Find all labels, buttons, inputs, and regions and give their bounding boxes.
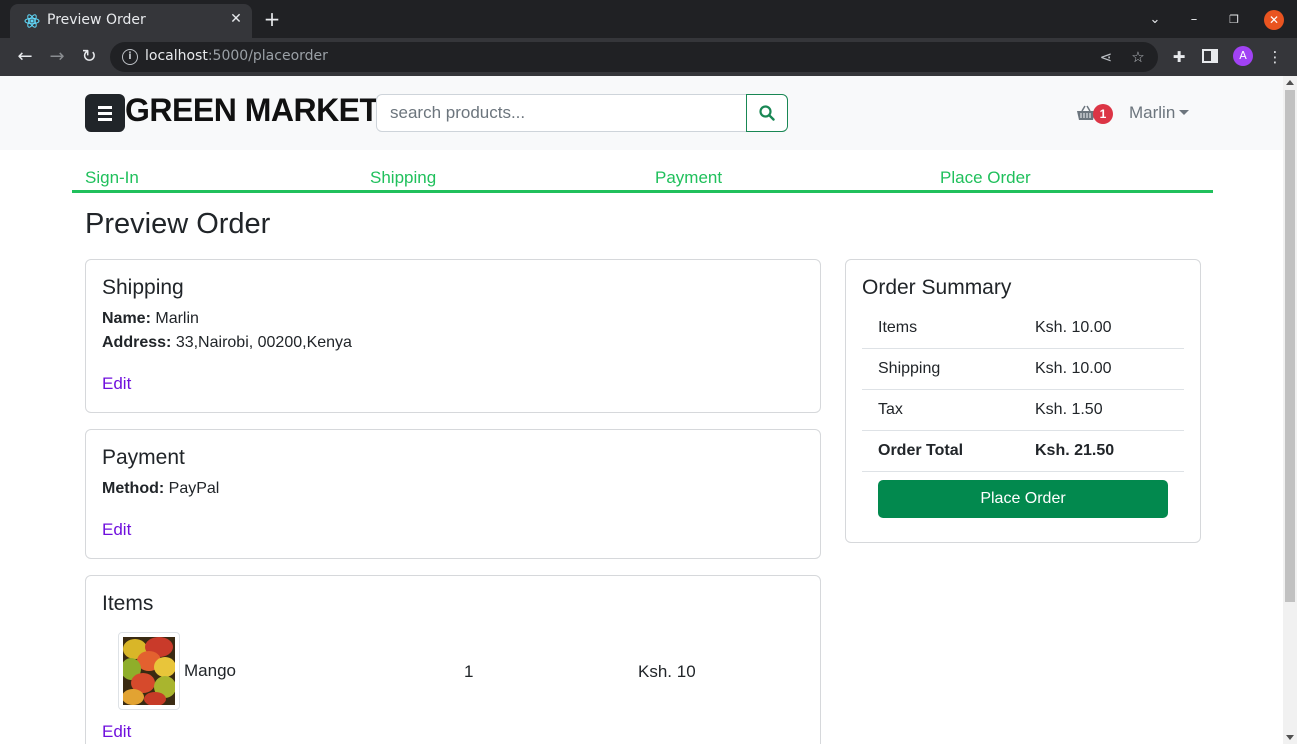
- window-close-icon[interactable]: ✕: [1264, 10, 1284, 30]
- browser-menu-icon[interactable]: ⋮: [1265, 47, 1285, 67]
- browser-toolbar: ← → ↻ i localhost:5000/placeorder ⋖ ☆ ✚ …: [0, 38, 1297, 76]
- menu-toggle-button[interactable]: [85, 94, 125, 132]
- page-viewport: GREEN MARKET 1 Marlin Sign-In Shipping P…: [0, 76, 1283, 744]
- payment-card: Payment Method: PayPal Edit: [85, 429, 821, 559]
- item-quantity: 1: [464, 662, 474, 681]
- scrollbar-thumb[interactable]: [1285, 90, 1295, 602]
- summary-label: Shipping: [878, 360, 941, 377]
- reload-icon[interactable]: ↻: [78, 46, 100, 68]
- tab-search-chevron-icon[interactable]: ⌄: [1145, 10, 1165, 30]
- side-panel-icon[interactable]: [1201, 47, 1219, 65]
- summary-value: Ksh. 21.50: [1035, 442, 1115, 459]
- tab-title: Preview Order: [47, 12, 146, 28]
- mango-image: [121, 637, 176, 706]
- browser-tab[interactable]: Preview Order ✕: [10, 4, 252, 38]
- shipping-address: Address: 33,Nairobi, 00200,Kenya: [102, 334, 352, 351]
- scroll-up-arrow-icon[interactable]: [1286, 80, 1294, 85]
- shipping-name: Name: Marlin: [102, 310, 199, 327]
- items-edit-link[interactable]: Edit: [102, 722, 131, 742]
- payment-title: Payment: [102, 446, 185, 469]
- url-text: localhost:5000/placeorder: [145, 48, 328, 64]
- step-shipping: Shipping: [370, 168, 437, 187]
- summary-row-order-total: Order Total Ksh. 21.50: [862, 431, 1184, 472]
- caret-down-icon: [1179, 110, 1190, 115]
- tab-close-icon[interactable]: ✕: [226, 9, 246, 29]
- order-summary-card: Order Summary Items Ksh. 10.00 Shipping …: [845, 259, 1201, 543]
- summary-value: Ksh. 10.00: [1035, 360, 1112, 377]
- scroll-down-arrow-icon[interactable]: [1286, 735, 1294, 740]
- item-price: Ksh. 10: [638, 662, 696, 681]
- shipping-title: Shipping: [102, 276, 184, 299]
- item-name-link[interactable]: Mango: [184, 661, 236, 681]
- order-summary-title: Order Summary: [862, 276, 1012, 299]
- summary-row-items: Items Ksh. 10.00: [862, 308, 1184, 349]
- payment-method: Method: PayPal: [102, 480, 220, 497]
- new-tab-icon[interactable]: +: [262, 9, 282, 29]
- summary-label: Tax: [878, 401, 903, 418]
- cart-count-badge: 1: [1093, 104, 1113, 124]
- forward-icon[interactable]: →: [46, 46, 68, 68]
- react-icon: [24, 14, 40, 28]
- page-scrollbar[interactable]: [1283, 76, 1297, 744]
- step-payment: Payment: [655, 168, 723, 187]
- search-button[interactable]: [746, 94, 788, 132]
- step-sign-in: Sign-In: [85, 168, 139, 187]
- search-icon: [759, 105, 775, 121]
- browser-titlebar: Preview Order ✕ + ⌄ – ❐ ✕: [0, 0, 1297, 38]
- summary-row-tax: Tax Ksh. 1.50: [862, 390, 1184, 431]
- summary-label: Items: [878, 319, 918, 336]
- extensions-icon[interactable]: ✚: [1169, 47, 1189, 67]
- summary-row-shipping: Shipping Ksh. 10.00: [862, 349, 1184, 390]
- summary-value: Ksh. 10.00: [1035, 319, 1112, 336]
- minimize-icon[interactable]: –: [1184, 10, 1204, 30]
- product-image[interactable]: [118, 632, 180, 710]
- address-bar[interactable]: i localhost:5000/placeorder ⋖ ☆: [110, 42, 1158, 72]
- user-name: Marlin: [1129, 103, 1176, 122]
- page-title: Preview Order: [85, 208, 271, 240]
- items-title: Items: [102, 592, 154, 615]
- site-info-icon[interactable]: i: [122, 49, 138, 65]
- items-card: Items Mango 1 Ksh. 10 Edit: [85, 575, 821, 744]
- summary-value: Ksh. 1.50: [1035, 401, 1103, 418]
- place-order-button[interactable]: Place Order: [878, 480, 1168, 518]
- site-navbar: GREEN MARKET 1 Marlin: [0, 76, 1283, 150]
- bookmark-star-icon[interactable]: ☆: [1129, 48, 1147, 66]
- checkout-steps: Sign-In Shipping Payment Place Order: [72, 168, 1213, 193]
- share-icon[interactable]: ⋖: [1097, 48, 1115, 66]
- back-icon[interactable]: ←: [14, 46, 36, 68]
- payment-edit-link[interactable]: Edit: [102, 520, 131, 540]
- shipping-edit-link[interactable]: Edit: [102, 374, 131, 394]
- restore-icon[interactable]: ❐: [1224, 10, 1244, 30]
- search-input[interactable]: [376, 94, 747, 132]
- summary-label: Order Total: [878, 442, 964, 459]
- user-dropdown[interactable]: Marlin: [1129, 103, 1190, 123]
- profile-avatar[interactable]: A: [1233, 46, 1253, 66]
- step-place-order: Place Order: [940, 168, 1031, 187]
- brand-logo[interactable]: GREEN MARKET: [125, 92, 379, 129]
- shipping-card: Shipping Name: Marlin Address: 33,Nairob…: [85, 259, 821, 413]
